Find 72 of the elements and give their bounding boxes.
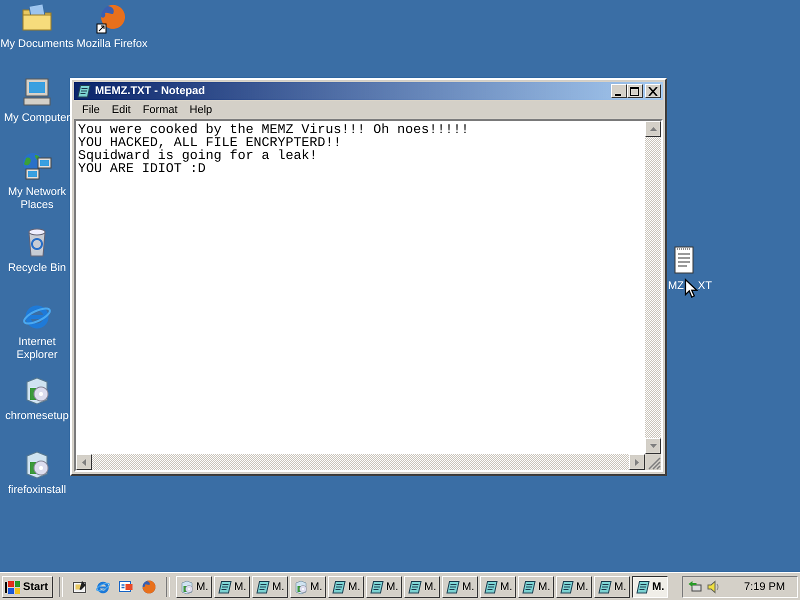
horizontal-scrollbar[interactable]: [76, 454, 645, 470]
maximize-icon: [630, 86, 640, 96]
minimize-button[interactable]: [611, 84, 627, 98]
taskbar-button[interactable]: M.: [328, 576, 364, 598]
software-box-icon: [179, 578, 196, 594]
scroll-up-button[interactable]: [645, 121, 661, 137]
icon-label[interactable]: firefoxinstall: [8, 484, 66, 497]
notepad-icon: [76, 83, 92, 99]
menu-item[interactable]: File: [76, 104, 106, 116]
menu-item[interactable]: Format: [136, 104, 184, 116]
taskbar-button[interactable]: M.: [594, 576, 630, 598]
notepad-icon: [597, 578, 614, 594]
taskbar-button[interactable]: M.: [176, 576, 212, 598]
window-title: MEMZ.TXT - Notepad: [95, 85, 206, 97]
text-line: YOU HACKED, ALL FILE ENCRYPTERD!!: [78, 136, 342, 149]
fox-globe-icon[interactable]: [96, 2, 128, 34]
right-arrow-icon: [635, 458, 639, 466]
network-computers-icon[interactable]: [21, 150, 53, 182]
close-icon: [648, 86, 658, 96]
taskbar-button[interactable]: M.: [518, 576, 554, 598]
taskbar-button[interactable]: M.: [404, 576, 440, 598]
icon-label[interactable]: Recycle Bin: [8, 262, 66, 275]
icon-label[interactable]: MZ: [668, 280, 684, 293]
notepad-icon: [635, 578, 652, 594]
computer-icon[interactable]: [21, 76, 53, 108]
taskbar-button[interactable]: M.: [442, 576, 478, 598]
menu-item[interactable]: Help: [184, 104, 218, 116]
text-area[interactable]: You were cooked by the MEMZ Virus!!! Oh noes!!!!! YOU HACKED, ALL FILE ENCRYPTERD!! Squidward is going for a leak! YOU ARE IDIOT :D: [76, 121, 645, 454]
taskbar-button[interactable]: M.: [214, 576, 250, 598]
text-line: Squidward is going for a leak!: [78, 149, 318, 162]
up-arrow-icon: [650, 127, 656, 131]
icon-label[interactable]: Mozilla Firefox: [76, 38, 148, 51]
icon-label[interactable]: My Documents: [0, 38, 74, 51]
text-line: You were cooked by the MEMZ Virus!!! Oh noes!!!!!: [78, 123, 470, 136]
taskbar-button[interactable]: M.: [480, 576, 516, 598]
scroll-down-button[interactable]: [645, 438, 661, 454]
taskbar-button[interactable]: M.: [632, 576, 668, 598]
desktop-icon[interactable]: [72, 578, 88, 594]
notepad-icon: [483, 578, 500, 594]
taskbar-button[interactable]: M.: [366, 576, 402, 598]
notepad-icon: [559, 578, 576, 594]
notepad-icon: [407, 578, 424, 594]
left-arrow-icon: [82, 458, 86, 466]
notepad-icon: [521, 578, 538, 594]
icon-label[interactable]: Internet Explorer: [0, 336, 74, 362]
icon-label[interactable]: My Network Places: [0, 186, 74, 212]
start-button[interactable]: Start: [2, 576, 54, 598]
clock: 7:19 PM: [744, 580, 785, 592]
notepad-icon: [445, 578, 462, 594]
windows-flag-icon: [5, 578, 21, 594]
network-icon[interactable]: [687, 578, 703, 594]
icon-label[interactable]: XT: [698, 280, 712, 293]
taskbar-button[interactable]: M.: [556, 576, 592, 598]
taskbar-button[interactable]: M.: [290, 576, 326, 598]
taskbar-button[interactable]: M.: [252, 576, 288, 598]
notepad-icon: [255, 578, 272, 594]
software-box-icon: [293, 578, 310, 594]
close-button[interactable]: [645, 84, 661, 98]
maximize-button[interactable]: [627, 84, 643, 98]
text-line: YOU ARE IDIOT :D: [78, 162, 206, 175]
scroll-left-button[interactable]: [76, 454, 92, 470]
scroll-right-button[interactable]: [629, 454, 645, 470]
window-icon[interactable]: [118, 578, 134, 594]
notepad-icon: [217, 578, 234, 594]
icon-label[interactable]: chromesetup: [5, 410, 69, 423]
icon-label[interactable]: My Computer: [4, 112, 70, 125]
down-arrow-icon: [650, 444, 656, 448]
vertical-scrollbar[interactable]: [645, 121, 661, 454]
minimize-icon: [615, 94, 621, 96]
notepad-icon: [369, 578, 386, 594]
notepad-icon: [331, 578, 348, 594]
menu-item[interactable]: Edit: [106, 104, 137, 116]
